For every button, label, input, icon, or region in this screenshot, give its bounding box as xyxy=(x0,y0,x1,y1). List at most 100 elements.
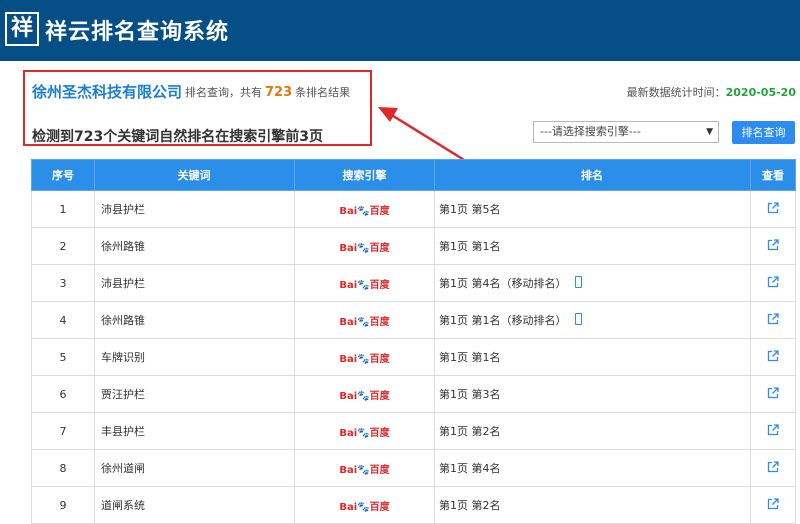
row-view[interactable] xyxy=(750,301,796,339)
row-view[interactable] xyxy=(750,486,796,524)
row-rank: 第1页 第4名（移动排名） xyxy=(434,264,751,302)
query-button[interactable]: 排名查询 xyxy=(732,121,795,144)
baidu-logo-du: 百度 xyxy=(369,316,390,328)
row-engine: Bai🐾百度 xyxy=(294,227,435,265)
table-row: 7 丰县护栏 Bai🐾百度 第1页 第2名 xyxy=(31,412,796,450)
row-rank: 第1页 第2名 xyxy=(434,412,751,450)
row-rank: 第1页 第1名（移动排名） xyxy=(434,301,751,339)
row-rank: 第1页 第1名 xyxy=(434,338,751,376)
rank-text: 第1页 第1名 xyxy=(439,240,501,253)
row-keyword: 徐州路锥 xyxy=(94,227,295,265)
rank-text: 第1页 第1名（移动排名） xyxy=(439,314,567,327)
table-row: 2 徐州路锥 Bai🐾百度 第1页 第1名 xyxy=(31,227,796,265)
row-keyword: 徐州路锥 xyxy=(94,301,295,339)
col-engine: 搜索引擎 xyxy=(294,159,435,191)
row-engine: Bai🐾百度 xyxy=(294,190,435,228)
baidu-logo-bai: Bai xyxy=(339,501,358,513)
rank-text: 第1页 第4名 xyxy=(439,462,501,475)
baidu-paw-icon: 🐾 xyxy=(357,427,370,439)
baidu-logo-du: 百度 xyxy=(369,279,390,291)
baidu-logo-du: 百度 xyxy=(369,205,390,217)
col-rank: 排名 xyxy=(434,159,751,191)
external-link-icon[interactable] xyxy=(767,275,779,288)
row-keyword: 贾汪护栏 xyxy=(94,375,295,413)
baidu-paw-icon: 🐾 xyxy=(357,501,370,513)
row-view[interactable] xyxy=(750,412,796,450)
app-logo: 祥 xyxy=(5,12,39,46)
row-index: 2 xyxy=(31,227,95,265)
table-row: 3 沛县护栏 Bai🐾百度 第1页 第4名（移动排名） xyxy=(31,264,796,302)
table-header-row: 序号 关键词 搜索引擎 排名 查看 xyxy=(31,159,796,191)
baidu-logo-bai: Bai xyxy=(339,464,358,476)
row-index: 4 xyxy=(31,301,95,339)
table-row: 8 徐州道闸 Bai🐾百度 第1页 第4名 xyxy=(31,449,796,487)
baidu-logo-bai: Bai xyxy=(339,205,358,217)
rank-text: 第1页 第3名 xyxy=(439,388,501,401)
update-time: 最新数据统计时间：2020-05-20 xyxy=(627,84,796,100)
table-row: 9 道闸系统 Bai🐾百度 第1页 第2名 xyxy=(31,486,796,524)
external-link-icon[interactable] xyxy=(767,349,779,362)
external-link-icon[interactable] xyxy=(767,312,779,325)
row-view[interactable] xyxy=(750,190,796,228)
baidu-logo-du: 百度 xyxy=(369,501,390,513)
baidu-logo-du: 百度 xyxy=(369,464,390,476)
row-rank: 第1页 第1名 xyxy=(434,227,751,265)
mobile-icon xyxy=(574,313,582,325)
baidu-paw-icon: 🐾 xyxy=(357,464,370,476)
external-link-icon[interactable] xyxy=(767,386,779,399)
baidu-paw-icon: 🐾 xyxy=(357,390,370,402)
row-rank: 第1页 第4名 xyxy=(434,449,751,487)
row-engine: Bai🐾百度 xyxy=(294,375,435,413)
row-index: 7 xyxy=(31,412,95,450)
external-link-icon[interactable] xyxy=(767,201,779,214)
row-engine: Bai🐾百度 xyxy=(294,338,435,376)
mobile-icon xyxy=(574,276,582,288)
rank-text: 第1页 第5名 xyxy=(439,203,501,216)
baidu-logo-du: 百度 xyxy=(369,242,390,254)
row-engine: Bai🐾百度 xyxy=(294,449,435,487)
baidu-paw-icon: 🐾 xyxy=(357,242,370,254)
baidu-logo: Bai🐾百度 xyxy=(339,202,389,217)
row-index: 1 xyxy=(31,190,95,228)
app-header: 祥 祥云排名查询系统 xyxy=(0,0,800,61)
update-label: 最新数据统计时间： xyxy=(626,86,726,99)
baidu-paw-icon: 🐾 xyxy=(357,353,370,365)
baidu-logo: Bai🐾百度 xyxy=(339,313,389,328)
row-view[interactable] xyxy=(750,449,796,487)
baidu-logo-bai: Bai xyxy=(339,279,358,291)
rank-text: 第1页 第4名（移动排名） xyxy=(439,277,567,290)
baidu-logo: Bai🐾百度 xyxy=(339,461,389,476)
external-link-icon[interactable] xyxy=(767,497,779,510)
row-engine: Bai🐾百度 xyxy=(294,412,435,450)
rank-text: 第1页 第2名 xyxy=(439,499,501,512)
rank-text: 第1页 第2名 xyxy=(439,425,501,438)
external-link-icon[interactable] xyxy=(767,460,779,473)
row-view[interactable] xyxy=(750,264,796,302)
baidu-logo: Bai🐾百度 xyxy=(339,424,389,439)
baidu-logo-bai: Bai xyxy=(339,390,358,402)
baidu-logo-du: 百度 xyxy=(369,427,390,439)
highlight-box xyxy=(23,70,372,146)
table-row: 4 徐州路锥 Bai🐾百度 第1页 第1名（移动排名） xyxy=(31,301,796,339)
app-title: 祥云排名查询系统 xyxy=(45,20,230,45)
row-view[interactable] xyxy=(750,375,796,413)
row-view[interactable] xyxy=(750,338,796,376)
external-link-icon[interactable] xyxy=(767,238,779,251)
external-link-icon[interactable] xyxy=(767,423,779,436)
baidu-logo-du: 百度 xyxy=(369,390,390,402)
engine-select-value: ---请选择搜索引擎--- xyxy=(540,125,641,138)
engine-select[interactable]: ---请选择搜索引擎--- ▼ xyxy=(533,121,719,143)
baidu-logo: Bai🐾百度 xyxy=(339,239,389,254)
row-index: 3 xyxy=(31,264,95,302)
baidu-logo-bai: Bai xyxy=(339,353,358,365)
baidu-logo: Bai🐾百度 xyxy=(339,387,389,402)
baidu-paw-icon: 🐾 xyxy=(357,316,370,328)
row-engine: Bai🐾百度 xyxy=(294,486,435,524)
row-view[interactable] xyxy=(750,227,796,265)
row-keyword: 徐州道闸 xyxy=(94,449,295,487)
chevron-down-icon: ▼ xyxy=(706,127,713,137)
row-index: 5 xyxy=(31,338,95,376)
baidu-logo-bai: Bai xyxy=(339,316,358,328)
row-rank: 第1页 第3名 xyxy=(434,375,751,413)
baidu-logo-bai: Bai xyxy=(339,242,358,254)
